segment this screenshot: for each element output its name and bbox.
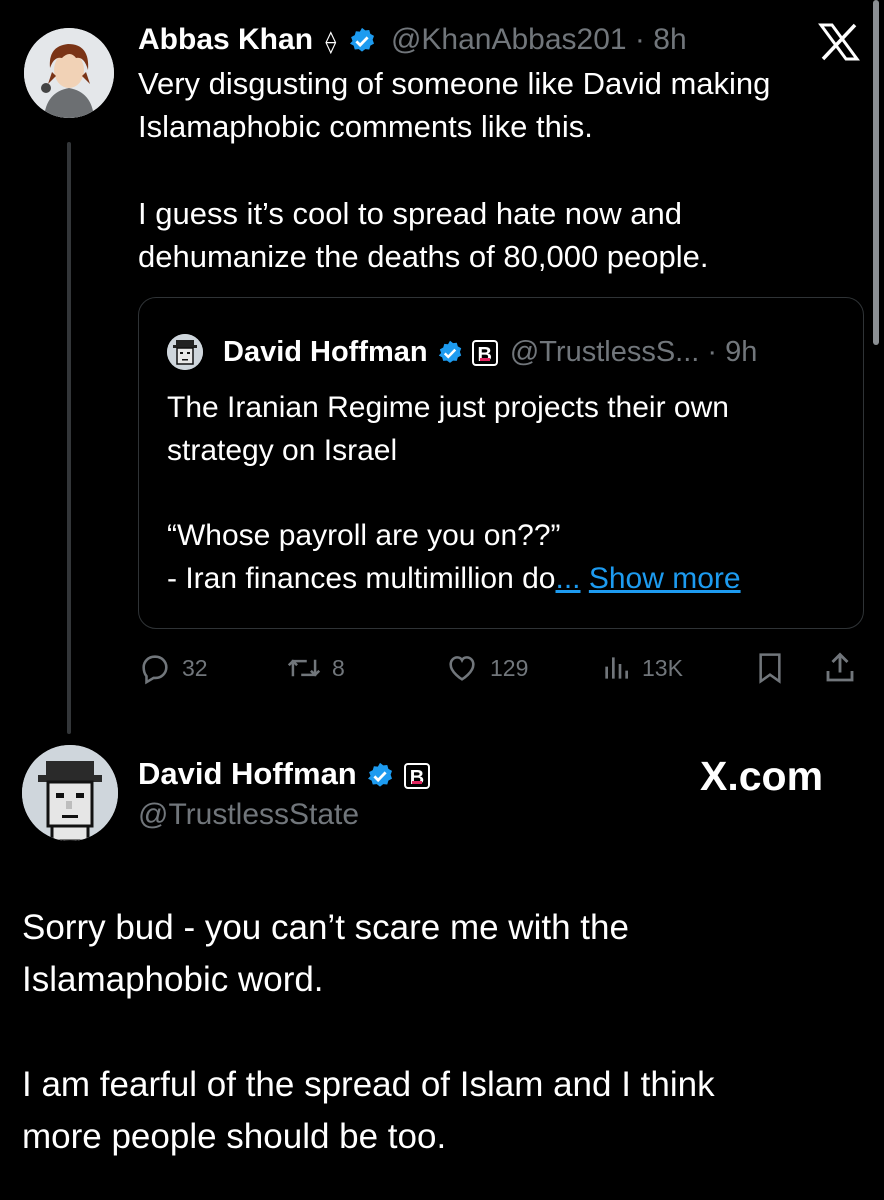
quote-truncated-text: - Iran finances multimillion do: [167, 562, 556, 595]
quote-header: David Hoffman B @TrustlessS... · 9h: [223, 332, 853, 372]
affiliate-badge-icon: B: [471, 340, 498, 367]
quote-avatar-david-hoffman: [167, 334, 203, 370]
avatar-abbas-khan[interactable]: [24, 28, 114, 118]
pixel-punk-avatar-icon: [22, 745, 118, 841]
quote-text-p2-line2: - Iran finances multimillion do... Show …: [167, 557, 847, 600]
quote-handle: @TrustlessS...: [509, 336, 700, 368]
x-com-label: X.com: [700, 752, 823, 800]
x-com-text: X.com: [700, 753, 824, 799]
bookmark-button[interactable]: [754, 650, 786, 686]
pixel-punk-avatar-icon: [167, 334, 203, 370]
scrollbar[interactable]: [873, 0, 879, 345]
main-tweet-text-p1: Sorry bud - you can’t scare me with the …: [22, 908, 639, 999]
verified-badge-icon: [368, 762, 393, 787]
quote-text-p2-line1: “Whose payroll are you on??”: [167, 519, 561, 552]
reply-count: 32: [182, 654, 208, 681]
main-author-handle[interactable]: @TrustlessState: [138, 795, 359, 835]
separator-dot: ·: [634, 23, 645, 56]
verified-badge-icon: [349, 27, 374, 52]
separator-dot: ·: [707, 336, 718, 368]
verified-badge-icon: [438, 341, 461, 364]
main-tweet-text-p2: I am fearful of the spread of Islam and …: [22, 1065, 725, 1156]
views-icon: [605, 657, 628, 679]
heart-icon: [449, 656, 475, 681]
avatar-david-hoffman[interactable]: [22, 745, 118, 841]
repost-button[interactable]: 8: [286, 650, 345, 686]
reply-button[interactable]: 32: [138, 650, 208, 686]
quote-text-p1: The Iranian Regime just projects their o…: [167, 391, 738, 467]
main-tweet-header: David Hoffman B: [138, 753, 638, 795]
reply-tweet-text-p2: I guess it’s cool to spread hate now and…: [138, 196, 709, 274]
reply-icon: [142, 655, 168, 685]
share-icon: [826, 652, 854, 682]
author-handle[interactable]: @KhanAbbas201: [391, 23, 627, 56]
quote-time: 9h: [725, 336, 758, 368]
eth-symbol: ⟠: [325, 29, 337, 54]
repost-count: 8: [332, 654, 345, 681]
like-count: 129: [490, 654, 529, 681]
reply-tweet-header: Abbas Khan ⟠ @KhanAbbas201 · 8h: [138, 20, 788, 60]
views-count: 13K: [642, 654, 683, 681]
tweet-time[interactable]: 8h: [653, 23, 686, 56]
thread-line: [67, 142, 71, 734]
quote-author-name: David Hoffman: [223, 336, 428, 368]
share-button[interactable]: [822, 650, 858, 686]
anime-avatar-icon: [24, 28, 114, 118]
affiliate-badge-icon: B: [404, 762, 430, 789]
show-more-link[interactable]: Show more: [589, 562, 741, 595]
author-name[interactable]: Abbas Khan: [138, 23, 313, 56]
views-button[interactable]: 13K: [600, 650, 683, 686]
repost-icon: [287, 659, 321, 677]
quoted-tweet-card[interactable]: David Hoffman B @TrustlessS... · 9h The …: [138, 297, 864, 629]
x-logo-icon[interactable]: [818, 22, 860, 62]
reply-tweet-text-p1: Very disgusting of someone like David ma…: [138, 66, 780, 144]
ellipsis: ...: [555, 562, 581, 595]
like-button[interactable]: 129: [444, 650, 528, 686]
main-author-name[interactable]: David Hoffman: [138, 756, 357, 791]
bookmark-icon: [759, 653, 781, 684]
